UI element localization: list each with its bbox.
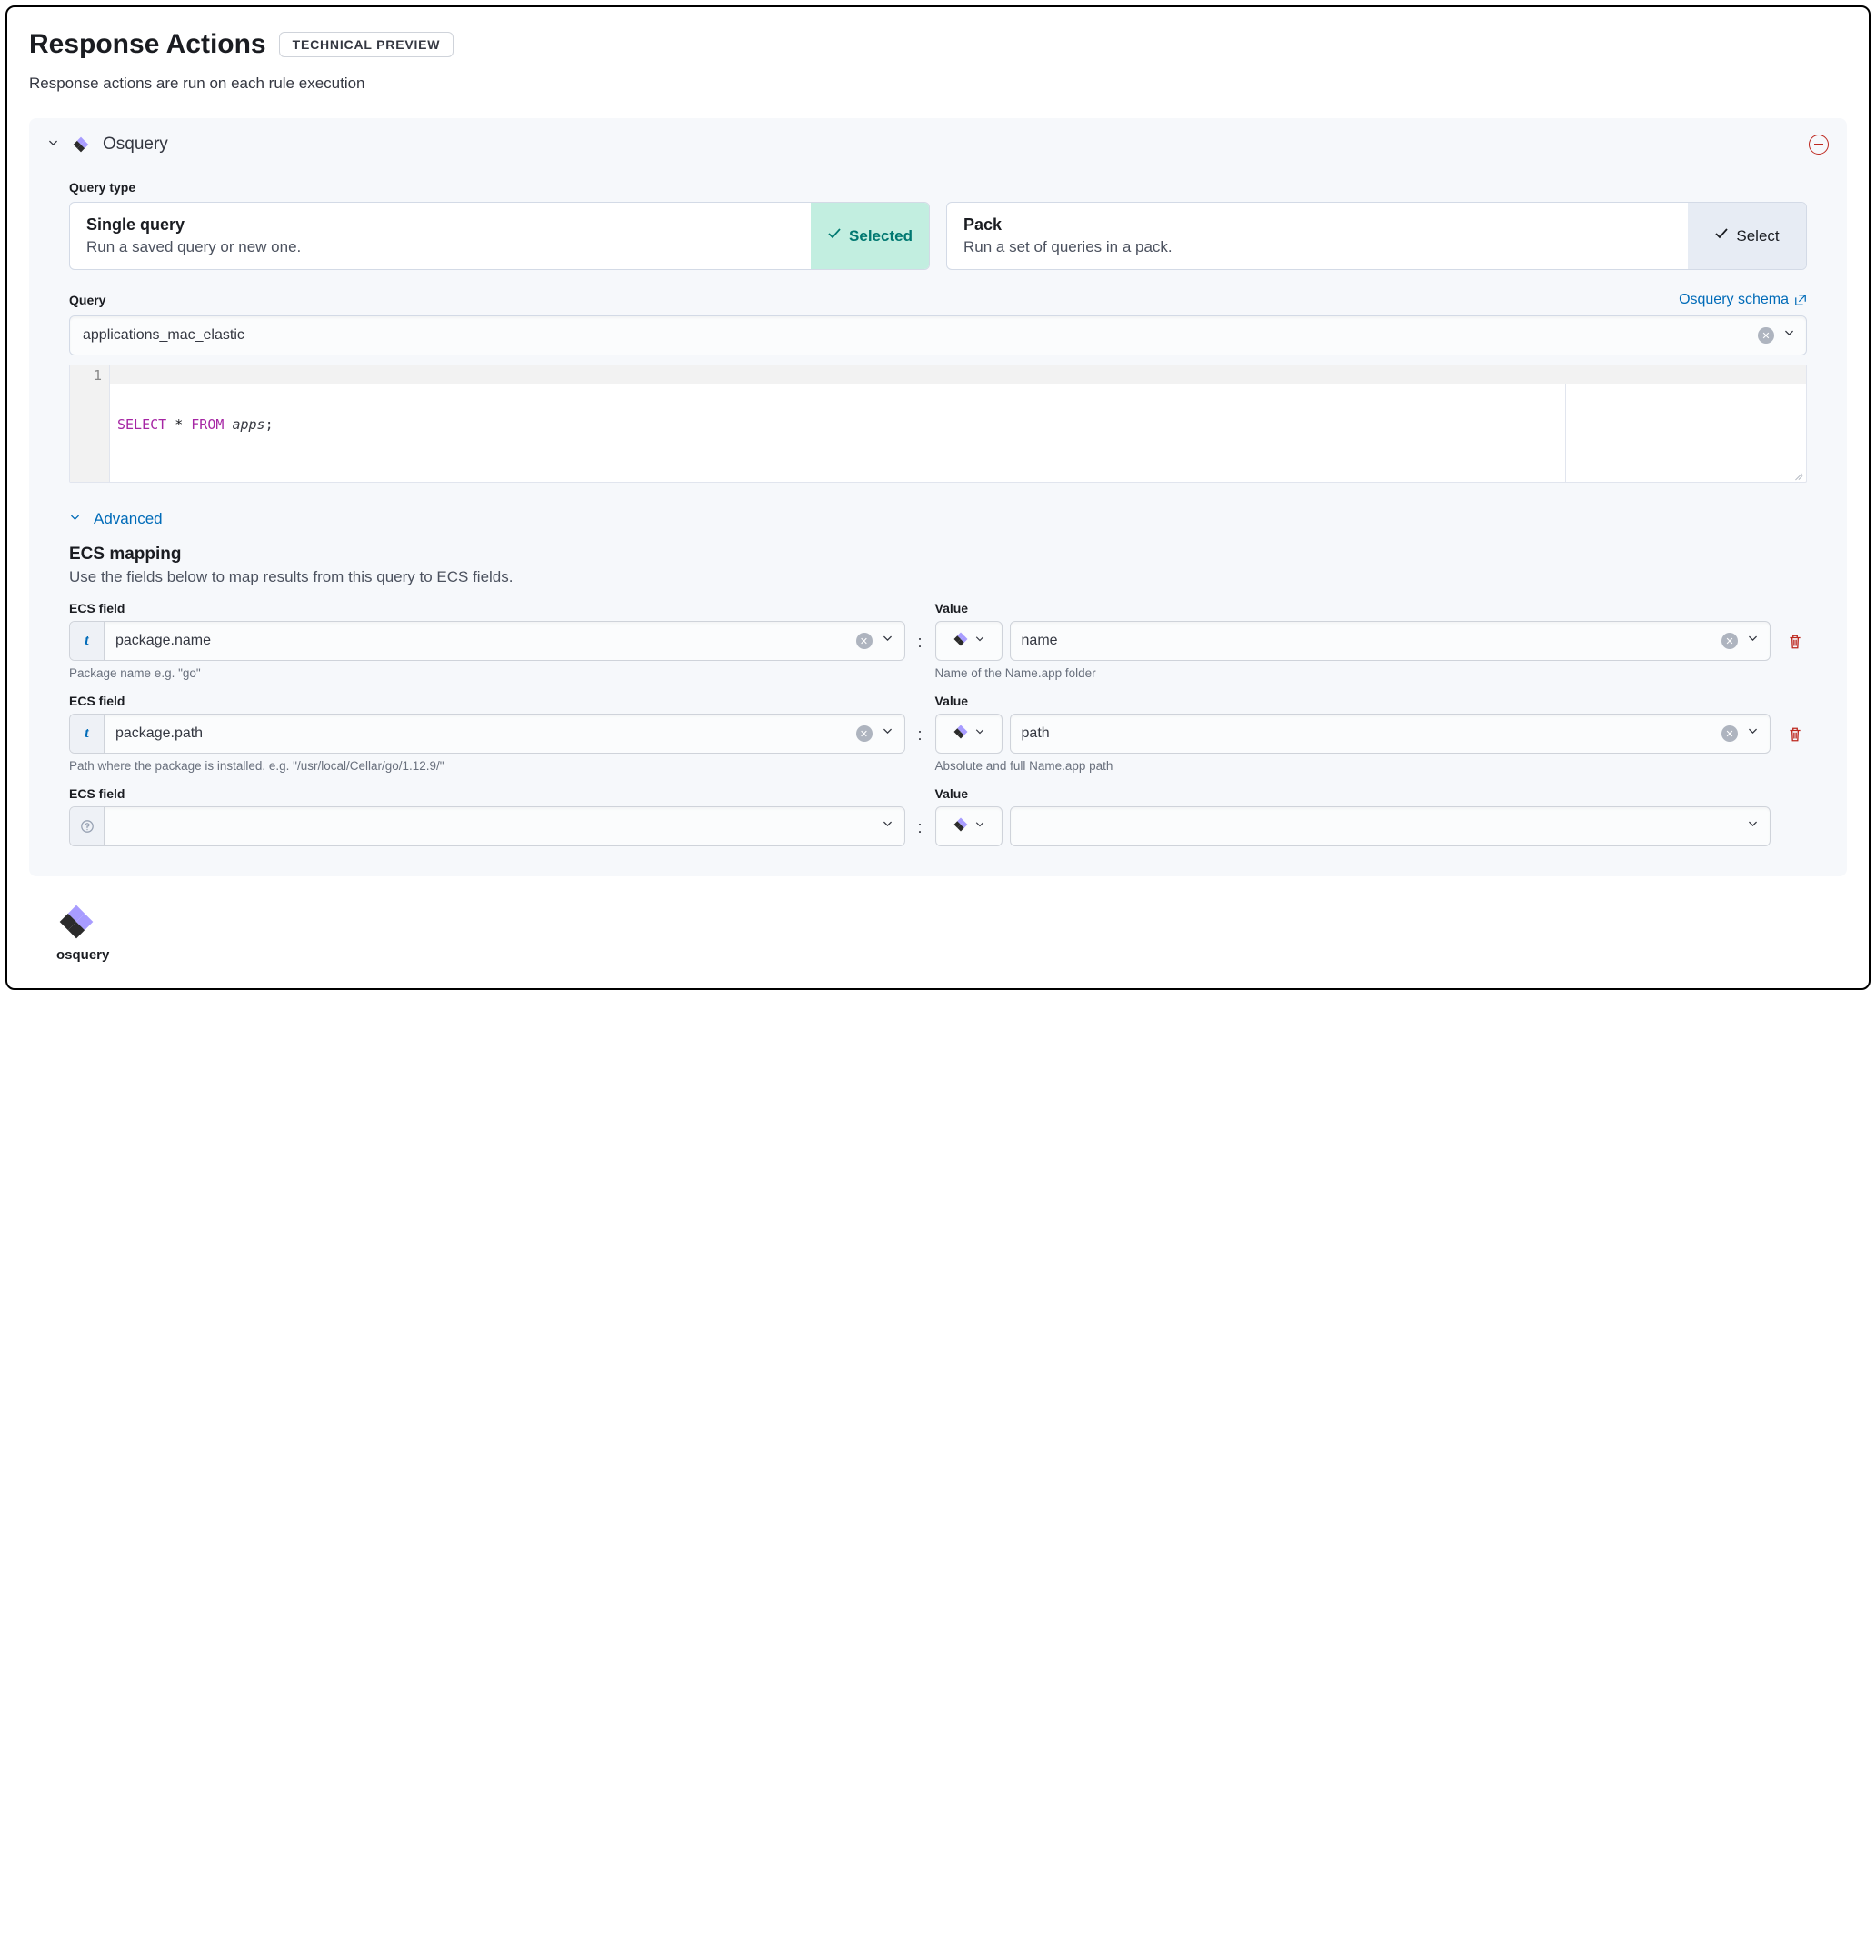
chevron-down-icon <box>1743 818 1762 835</box>
osquery-schema-link[interactable]: Osquery schema <box>1679 292 1807 308</box>
value-type-select[interactable] <box>935 806 1003 846</box>
value-label: Value <box>935 786 1771 801</box>
mapping-colon: : <box>918 807 923 847</box>
ecs-field-label: ECS field <box>69 601 905 615</box>
value-field-input[interactable]: name ✕ <box>1010 621 1771 661</box>
query-code: SELECT * FROM apps; <box>117 416 1806 433</box>
chevron-down-icon <box>47 137 59 152</box>
resize-handle-icon[interactable] <box>1794 470 1803 479</box>
value-helper: Name of the Name.app folder <box>935 666 1771 683</box>
query-editor[interactable]: 1 SELECT * FROM apps; <box>69 365 1807 483</box>
chevron-down-icon <box>878 725 897 742</box>
ecs-field-value <box>105 807 871 845</box>
chevron-down-icon <box>1780 327 1799 344</box>
osquery-icon <box>72 135 90 154</box>
clear-icon[interactable]: ✕ <box>856 725 873 742</box>
mapping-colon: : <box>918 715 923 755</box>
clear-icon[interactable]: ✕ <box>1758 327 1774 344</box>
osquery-icon <box>953 724 969 745</box>
query-type-single[interactable]: Single query Run a saved query or new on… <box>69 202 930 270</box>
chevron-down-icon <box>1743 633 1762 649</box>
question-icon <box>70 807 105 845</box>
page-title: Response Actions <box>29 29 266 60</box>
chevron-down-icon <box>69 512 81 526</box>
value-field-input[interactable] <box>1010 806 1771 846</box>
mapping-colon: : <box>918 622 923 662</box>
value-field-value: name <box>1022 633 1722 649</box>
ecs-field-label: ECS field <box>69 786 905 801</box>
editor-gutter: 1 <box>70 365 110 482</box>
query-type-pack[interactable]: Pack Run a set of queries in a pack. Sel… <box>946 202 1807 270</box>
panel-collapse-toggle[interactable]: Osquery <box>47 135 168 155</box>
ecs-field-value: package.path <box>105 715 849 753</box>
osquery-icon <box>953 816 969 837</box>
value-helper: Absolute and full Name.app path <box>935 759 1771 775</box>
type-icon: t <box>70 622 105 660</box>
remove-panel-button[interactable] <box>1809 135 1829 155</box>
advanced-toggle[interactable]: Advanced <box>69 510 1807 528</box>
delete-row-button[interactable] <box>1783 715 1807 755</box>
delete-row-button[interactable] <box>1783 622 1807 662</box>
chevron-down-icon <box>974 633 985 649</box>
value-type-select[interactable] <box>935 621 1003 661</box>
clear-icon[interactable]: ✕ <box>856 633 873 649</box>
ecs-field-input[interactable]: t package.path ✕ <box>69 714 905 754</box>
panel-title: Osquery <box>103 135 168 155</box>
clear-icon[interactable]: ✕ <box>1721 633 1738 649</box>
clear-icon[interactable]: ✕ <box>1721 725 1738 742</box>
osquery-panel: Osquery Query type Single query Run a sa… <box>29 118 1847 876</box>
query-type-label: Query type <box>69 180 1807 195</box>
mapping-row: ECS field : Value <box>69 786 1807 847</box>
query-type-pack-title: Pack <box>963 215 1671 235</box>
ecs-mapping-desc: Use the fields below to map results from… <box>69 568 1807 586</box>
chevron-down-icon <box>974 725 985 742</box>
value-field-input[interactable]: path ✕ <box>1010 714 1771 754</box>
chevron-down-icon <box>878 818 897 835</box>
schema-link-text: Osquery schema <box>1679 292 1789 308</box>
query-type-pack-desc: Run a set of queries in a pack. <box>963 238 1671 256</box>
value-type-select[interactable] <box>935 714 1003 754</box>
check-icon <box>1714 226 1729 245</box>
select-label: Select <box>1736 227 1779 245</box>
chevron-down-icon <box>974 818 985 835</box>
mapping-row: ECS field t package.name ✕ Package name … <box>69 601 1807 694</box>
value-label: Value <box>935 694 1771 708</box>
external-link-icon <box>1794 294 1807 306</box>
mapping-row: ECS field t package.path ✕ Path where th… <box>69 694 1807 786</box>
selected-label: Selected <box>849 227 913 245</box>
ecs-field-value: package.name <box>105 622 849 660</box>
technical-preview-badge: TECHNICAL PREVIEW <box>279 32 454 57</box>
type-icon: t <box>70 715 105 753</box>
ecs-mapping-title: ECS mapping <box>69 545 1807 565</box>
osquery-icon <box>56 902 1847 942</box>
query-type-single-desc: Run a saved query or new one. <box>86 238 794 256</box>
footer-osquery-label: osquery <box>56 947 1847 963</box>
page-subtitle: Response actions are run on each rule ex… <box>29 75 1847 93</box>
saved-query-value: applications_mac_elastic <box>83 327 1758 344</box>
ecs-field-helper: Path where the package is installed. e.g… <box>69 759 905 775</box>
osquery-icon <box>953 631 969 652</box>
ecs-field-input[interactable] <box>69 806 905 846</box>
value-field-value: path <box>1022 725 1722 742</box>
ecs-field-input[interactable]: t package.name ✕ <box>69 621 905 661</box>
value-label: Value <box>935 601 1771 615</box>
query-type-single-title: Single query <box>86 215 794 235</box>
chevron-down-icon <box>878 633 897 649</box>
saved-query-select[interactable]: applications_mac_elastic ✕ <box>69 315 1807 355</box>
check-icon <box>827 226 842 245</box>
advanced-label: Advanced <box>94 510 163 528</box>
chevron-down-icon <box>1743 725 1762 742</box>
ecs-field-label: ECS field <box>69 694 905 708</box>
ecs-field-helper: Package name e.g. "go" <box>69 666 905 683</box>
query-label: Query <box>69 293 105 307</box>
